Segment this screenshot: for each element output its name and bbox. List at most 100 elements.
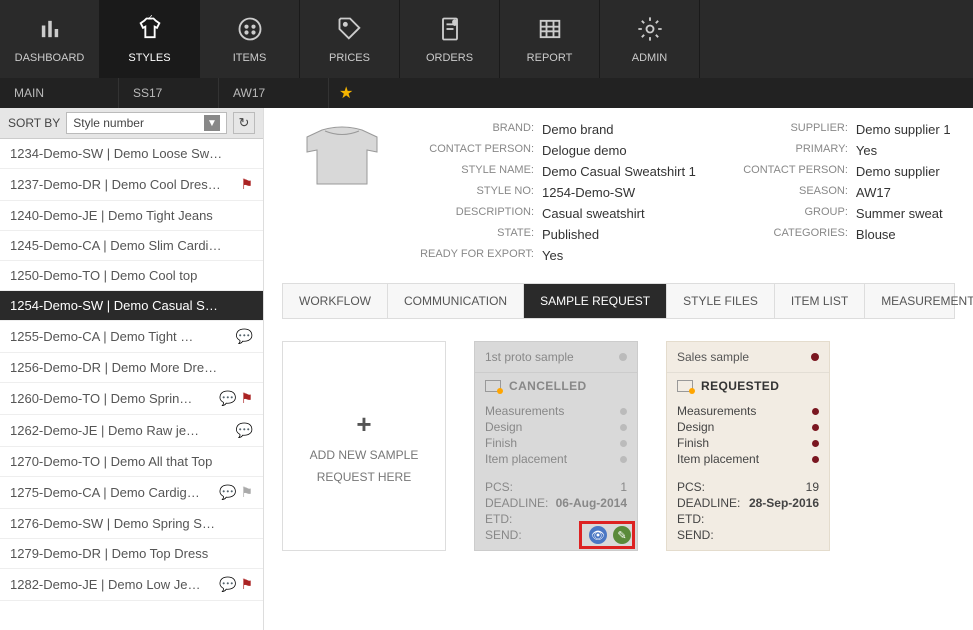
- sample-card-requested[interactable]: Sales sample REQUESTED Measurements Desi…: [666, 341, 830, 551]
- style-row[interactable]: 1270-Demo-TO | Demo All that Top: [0, 447, 263, 477]
- meta-value: 1: [620, 480, 627, 494]
- doc-icon: $: [436, 15, 464, 46]
- style-label: 1270-Demo-TO | Demo All that Top: [10, 454, 212, 469]
- sort-label: SORT BY: [8, 116, 60, 130]
- detail-label: READY FOR EXPORT:: [414, 248, 534, 263]
- tab-workflow[interactable]: WORKFLOW: [283, 284, 388, 318]
- topnav-admin[interactable]: ADMIN: [600, 0, 700, 78]
- topnav-label: REPORT: [527, 52, 573, 64]
- topnav-label: ADMIN: [632, 52, 667, 64]
- subnav-season-ss17[interactable]: SS17: [119, 78, 219, 108]
- topnav-label: ITEMS: [233, 52, 267, 64]
- sample-card-cancelled[interactable]: 1st proto sample CANCELLED Measurements …: [474, 341, 638, 551]
- comment-icon: 💬: [219, 484, 236, 501]
- card-meta: PCS:19 DEADLINE:28-Sep-2016 ETD: SEND:: [667, 473, 829, 549]
- subnav-main[interactable]: MAIN: [0, 78, 119, 108]
- detail-value: Demo supplier: [856, 164, 940, 179]
- sample-cards: + ADD NEW SAMPLE REQUEST HERE 1st proto …: [282, 341, 955, 551]
- main-panel: BRAND:Demo brandCONTACT PERSON:Delogue d…: [264, 108, 973, 630]
- tab-measurement-chart[interactable]: MEASUREMENT CHART: [865, 284, 973, 318]
- topnav-styles[interactable]: 2STYLES: [100, 0, 200, 78]
- style-label: 1275-Demo-CA | Demo Cardig…: [10, 485, 200, 500]
- style-row[interactable]: 1250-Demo-TO | Demo Cool top: [0, 261, 263, 291]
- detail-label: STYLE NO:: [414, 185, 534, 200]
- style-label: 1282-Demo-JE | Demo Low Je…: [10, 577, 201, 592]
- tab-communication[interactable]: COMMUNICATION: [388, 284, 524, 318]
- view-button[interactable]: 👁: [589, 526, 607, 544]
- meta-value: 28-Sep-2016: [749, 496, 819, 510]
- style-row[interactable]: 1282-Demo-JE | Demo Low Je…💬⚑: [0, 569, 263, 601]
- details-right: SUPPLIER:Demo supplier 1PRIMARY:YesCONTA…: [736, 122, 951, 263]
- topnav-items[interactable]: ITEMS: [200, 0, 300, 78]
- topnav-report[interactable]: REPORT: [500, 0, 600, 78]
- detail-label: GROUP:: [736, 206, 848, 221]
- style-row[interactable]: 1276-Demo-SW | Demo Spring S…: [0, 509, 263, 539]
- check-item: Item placement: [485, 452, 567, 466]
- meta-label: ETD:: [677, 512, 704, 526]
- style-label: 1250-Demo-TO | Demo Cool top: [10, 268, 197, 283]
- style-label: 1260-Demo-TO | Demo Sprin…: [10, 391, 192, 406]
- tab-sample-request[interactable]: SAMPLE REQUEST: [524, 284, 667, 318]
- detail-label: SEASON:: [736, 185, 848, 200]
- favorite-star-icon[interactable]: ★: [329, 78, 363, 108]
- detail-value: AW17: [856, 185, 891, 200]
- style-row[interactable]: 1256-Demo-DR | Demo More Dre…: [0, 353, 263, 383]
- meta-label: SEND:: [677, 528, 714, 542]
- detail-value: Casual sweatshirt: [542, 206, 645, 221]
- comment-icon: 💬: [236, 422, 253, 439]
- shirt-icon: 2: [136, 15, 164, 46]
- meta-value: 06-Aug-2014: [556, 496, 627, 510]
- style-row[interactable]: 1262-Demo-JE | Demo Raw je…💬: [0, 415, 263, 447]
- style-row[interactable]: 1237-Demo-DR | Demo Cool Dres…⚑: [0, 169, 263, 201]
- style-row[interactable]: 1234-Demo-SW | Demo Loose Sw…: [0, 139, 263, 169]
- dot-icon: [812, 440, 819, 447]
- detail-label: BRAND:: [414, 122, 534, 137]
- detail-value: Published: [542, 227, 599, 242]
- style-row[interactable]: 1245-Demo-CA | Demo Slim Cardi…: [0, 231, 263, 261]
- top-nav: DASHBOARD2STYLES ITEMS PRICES $ORDERS REPORT…: [0, 0, 973, 78]
- dots-icon: [236, 15, 264, 46]
- detail-label: CATEGORIES:: [736, 227, 848, 242]
- add-sample-card[interactable]: + ADD NEW SAMPLE REQUEST HERE: [282, 341, 446, 551]
- flag-icon: ⚑: [240, 484, 253, 501]
- sort-select[interactable]: Style number ▼: [66, 112, 227, 134]
- refresh-button[interactable]: ↻: [233, 112, 255, 134]
- style-row[interactable]: 1240-Demo-JE | Demo Tight Jeans: [0, 201, 263, 231]
- topnav-dashboard[interactable]: DASHBOARD: [0, 0, 100, 78]
- topnav-orders[interactable]: $ORDERS: [400, 0, 500, 78]
- chevron-down-icon: ▼: [204, 115, 220, 131]
- add-card-line1: ADD NEW SAMPLE: [310, 448, 419, 462]
- style-row[interactable]: 1279-Demo-DR | Demo Top Dress: [0, 539, 263, 569]
- detail-value: Blouse: [856, 227, 896, 242]
- edit-button[interactable]: ✎: [613, 526, 631, 544]
- check-item: Design: [677, 420, 714, 434]
- dot-icon: [812, 424, 819, 431]
- subnav-season-aw17[interactable]: AW17: [219, 78, 329, 108]
- detail-value: Yes: [542, 248, 563, 263]
- sidebar: SORT BY Style number ▼ ↻ 1234-Demo-SW | …: [0, 108, 264, 630]
- detail-label: PRIMARY:: [736, 143, 848, 158]
- style-row[interactable]: 1254-Demo-SW | Demo Casual S…: [0, 291, 263, 321]
- style-list: 1234-Demo-SW | Demo Loose Sw… 1237-Demo-D…: [0, 139, 263, 630]
- style-sketch: [282, 122, 402, 202]
- card-icon: [677, 380, 693, 392]
- meta-label: ETD:: [485, 512, 512, 526]
- tab-item-list[interactable]: ITEM LIST: [775, 284, 865, 318]
- detail-label: DESCRIPTION:: [414, 206, 534, 221]
- style-label: 1237-Demo-DR | Demo Cool Dres…: [10, 177, 221, 192]
- detail-value: Yes: [856, 143, 877, 158]
- tab-style-files[interactable]: STYLE FILES: [667, 284, 775, 318]
- style-row[interactable]: 1275-Demo-CA | Demo Cardig… 💬⚑: [0, 477, 263, 509]
- style-row[interactable]: 1255-Demo-CA | Demo Tight …💬: [0, 321, 263, 353]
- svg-text:2: 2: [147, 15, 152, 22]
- detail-value: Demo brand: [542, 122, 614, 137]
- topnav-prices[interactable]: PRICES: [300, 0, 400, 78]
- check-item: Finish: [485, 436, 517, 450]
- meta-label: PCS:: [485, 480, 513, 494]
- style-row[interactable]: 1260-Demo-TO | Demo Sprin…💬⚑: [0, 383, 263, 415]
- detail-value: 1254-Demo-SW: [542, 185, 635, 200]
- topnav-label: PRICES: [329, 52, 370, 64]
- style-label: 1240-Demo-JE | Demo Tight Jeans: [10, 208, 213, 223]
- style-label: 1234-Demo-SW | Demo Loose Sw…: [10, 146, 222, 161]
- detail-value: Delogue demo: [542, 143, 627, 158]
